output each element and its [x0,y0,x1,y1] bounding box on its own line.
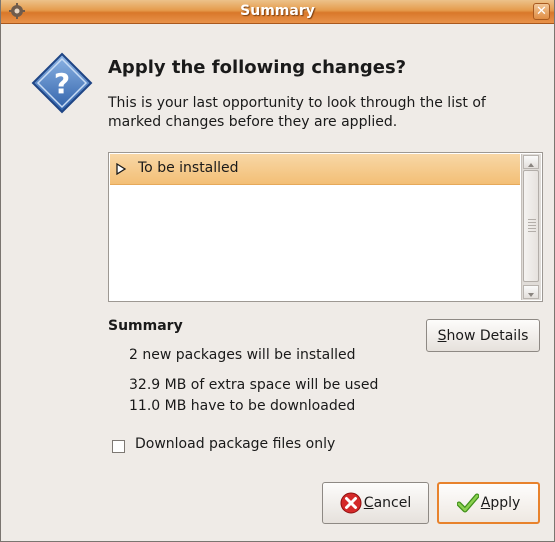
scroll-thumb[interactable] [523,170,539,282]
question-icon: ? [31,52,93,114]
cancel-mnemonic: C [363,495,374,511]
apply-mnemonic: A [480,495,491,511]
changes-tree[interactable]: To be installed [108,152,543,302]
cancel-icon [340,492,362,514]
svg-text:?: ? [54,67,70,100]
show-details-label: how Details [446,327,529,344]
download-only-checkbox[interactable] [112,440,125,453]
title-bar[interactable]: Summary ✕ [1,0,554,24]
close-icon: ✕ [536,4,547,19]
summary-dialog: Summary ✕ ? Apply the following changes?… [0,0,555,542]
summary-disk-space: 32.9 MB of extra space will be used [129,377,379,393]
scroll-down-button[interactable] [523,285,539,299]
expander-triangle-icon[interactable] [116,163,126,175]
cancel-label: ancel [373,495,412,511]
tree-row-label: To be installed [138,160,239,176]
tree-row-to-be-installed[interactable]: To be installed [110,154,520,185]
summary-new-packages: 2 new packages will be installed [129,347,356,363]
show-details-button[interactable]: Show Details [426,319,540,352]
vertical-scrollbar[interactable] [521,154,541,300]
summary-heading: Summary [108,318,183,334]
apply-button[interactable]: Apply [437,482,540,524]
show-details-mnemonic: S [437,327,447,344]
dialog-description: This is your last opportunity to look th… [108,95,486,130]
summary-download-size: 11.0 MB have to be downloaded [129,398,356,414]
scroll-up-button[interactable] [523,155,539,169]
scroll-down-icon [528,293,534,297]
cancel-button[interactable]: Cancel [322,482,429,524]
checkmark-icon [456,493,479,513]
apply-label: pply [490,495,521,511]
window-title: Summary [240,3,315,19]
dialog-heading: Apply the following changes? [108,57,407,78]
close-button[interactable]: ✕ [533,3,550,20]
scroll-grip-icon [528,219,536,233]
download-only-label[interactable]: Download package files only [135,436,335,452]
